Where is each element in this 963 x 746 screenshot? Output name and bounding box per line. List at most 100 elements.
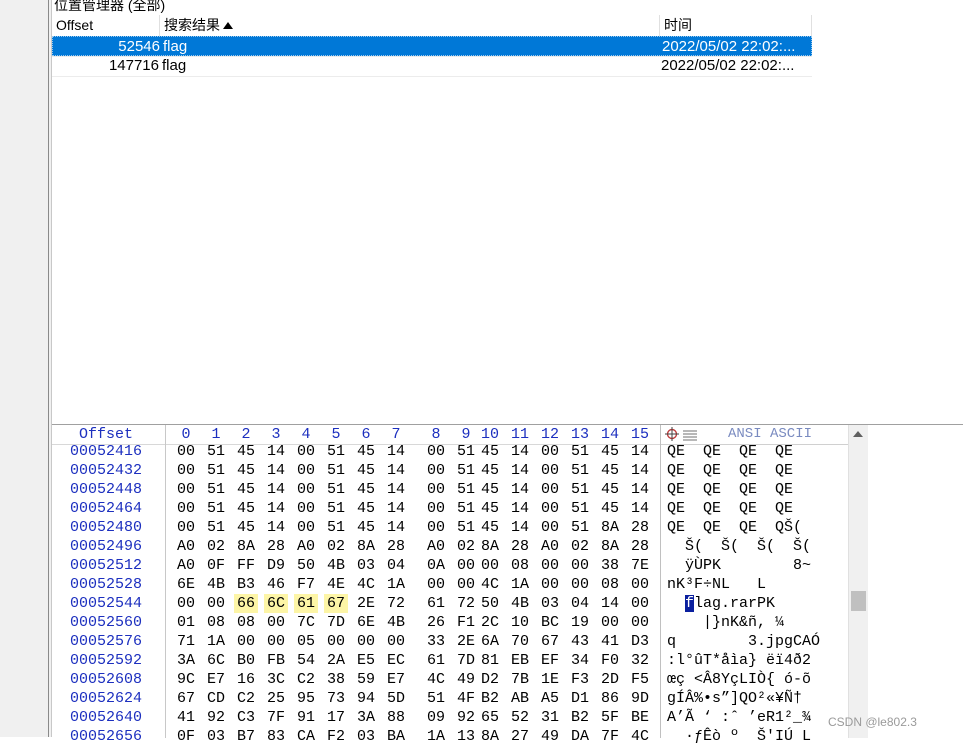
hex-byte[interactable]: 00 — [478, 556, 502, 575]
hex-byte[interactable]: 00 — [424, 518, 448, 537]
hex-byte[interactable]: 00 — [628, 594, 652, 613]
hex-byte[interactable]: 00 — [424, 442, 448, 461]
hex-byte[interactable]: 28 — [508, 537, 532, 556]
hex-byte[interactable]: 26 — [424, 613, 448, 632]
hex-byte[interactable]: 72 — [454, 594, 478, 613]
hex-byte[interactable]: BE — [628, 708, 652, 727]
hex-byte[interactable]: 4B — [384, 613, 408, 632]
hex-byte[interactable]: 08 — [234, 613, 258, 632]
hex-byte[interactable]: 7D — [454, 651, 478, 670]
hex-byte[interactable]: 14 — [508, 499, 532, 518]
hex-byte[interactable]: 71 — [174, 632, 198, 651]
hex-byte[interactable]: 19 — [568, 613, 592, 632]
hex-byte[interactable]: 51 — [454, 480, 478, 499]
hex-byte[interactable]: 00 — [538, 518, 562, 537]
hex-byte[interactable]: 5F — [598, 708, 622, 727]
hex-byte[interactable]: 45 — [598, 461, 622, 480]
hex-byte[interactable]: 1A — [384, 575, 408, 594]
hex-byte[interactable]: B0 — [234, 651, 258, 670]
hex-byte[interactable]: 2E — [354, 594, 378, 613]
hex-byte[interactable]: 7D — [324, 613, 348, 632]
hex-byte[interactable]: 14 — [508, 461, 532, 480]
hex-byte[interactable]: 46 — [264, 575, 288, 594]
hex-byte[interactable]: 51 — [424, 689, 448, 708]
hex-byte[interactable]: 51 — [568, 442, 592, 461]
hex-byte[interactable]: 14 — [384, 518, 408, 537]
hex-byte[interactable]: 51 — [454, 499, 478, 518]
hex-byte[interactable]: 31 — [538, 708, 562, 727]
hex-byte[interactable]: F7 — [294, 575, 318, 594]
hex-byte[interactable]: 3A — [354, 708, 378, 727]
hex-byte[interactable]: 92 — [204, 708, 228, 727]
hex-byte[interactable]: 45 — [234, 518, 258, 537]
hex-byte[interactable]: 45 — [354, 518, 378, 537]
hex-byte[interactable]: 05 — [294, 632, 318, 651]
hex-byte[interactable]: 66 — [234, 594, 258, 613]
hex-byte[interactable]: 08 — [204, 613, 228, 632]
hex-byte[interactable]: 4C — [478, 575, 502, 594]
hex-byte[interactable]: 41 — [598, 632, 622, 651]
hex-row[interactable]: 00052448 00 51 45 14 00 51 45 14 00 51 45 14 00 51 45 14 — [52, 480, 661, 499]
hex-byte[interactable]: 16 — [234, 670, 258, 689]
hex-byte[interactable]: 4B — [508, 594, 532, 613]
hex-byte[interactable]: 70 — [508, 632, 532, 651]
hex-byte[interactable]: 7B — [508, 670, 532, 689]
hex-byte[interactable]: 02 — [204, 537, 228, 556]
hex-byte[interactable]: 33 — [424, 632, 448, 651]
hex-byte[interactable]: 51 — [204, 499, 228, 518]
hex-byte[interactable]: 14 — [508, 442, 532, 461]
hex-byte[interactable]: 00 — [598, 613, 622, 632]
hex-byte[interactable]: 45 — [354, 480, 378, 499]
hex-byte[interactable]: 7E — [628, 556, 652, 575]
hex-byte[interactable]: 28 — [264, 537, 288, 556]
hex-byte[interactable]: 45 — [354, 461, 378, 480]
hex-row[interactable]: 00052464 00 51 45 14 00 51 45 14 00 51 45 14 00 51 45 14 — [52, 499, 661, 518]
hex-byte[interactable]: 00 — [454, 556, 478, 575]
hex-byte[interactable]: 45 — [354, 442, 378, 461]
hex-byte[interactable]: 03 — [354, 556, 378, 575]
hex-byte[interactable]: 73 — [324, 689, 348, 708]
ascii-row[interactable]: A’Ã ‘ :ˆ ’eR1²_¾ — [667, 708, 811, 727]
column-header-result[interactable]: 搜索结果 — [160, 15, 660, 36]
hex-byte[interactable]: 49 — [454, 670, 478, 689]
hex-byte[interactable]: 14 — [628, 461, 652, 480]
hex-byte[interactable]: 17 — [324, 708, 348, 727]
hex-byte[interactable]: 32 — [628, 651, 652, 670]
hex-byte[interactable]: 14 — [628, 442, 652, 461]
hex-byte[interactable]: 00 — [568, 556, 592, 575]
hex-row[interactable]: 00052480 00 51 45 14 00 51 45 14 00 51 45 14 00 51 8A 28 — [52, 518, 661, 537]
hex-byte[interactable]: 00 — [174, 442, 198, 461]
hex-byte[interactable]: 14 — [264, 499, 288, 518]
hex-byte[interactable]: A0 — [294, 537, 318, 556]
hex-byte[interactable]: 14 — [598, 594, 622, 613]
hex-byte[interactable]: EB — [508, 651, 532, 670]
hex-byte[interactable]: 14 — [264, 442, 288, 461]
hex-byte[interactable]: 02 — [324, 537, 348, 556]
hex-byte[interactable]: 51 — [324, 442, 348, 461]
hex-byte[interactable]: 51 — [204, 461, 228, 480]
hex-byte[interactable]: 81 — [478, 651, 502, 670]
hex-row[interactable]: 00052432 00 51 45 14 00 51 45 14 00 51 45 14 00 51 45 14 — [52, 461, 661, 480]
hex-byte[interactable]: 14 — [628, 499, 652, 518]
hex-byte[interactable]: 2A — [324, 651, 348, 670]
hex-row[interactable]: 00052496 A0 02 8A 28 A0 02 8A 28 A0 02 8A 28 A0 02 8A 28 — [52, 537, 661, 556]
hex-byte[interactable]: D1 — [568, 689, 592, 708]
hex-byte[interactable]: 14 — [264, 461, 288, 480]
hex-byte[interactable]: B3 — [234, 575, 258, 594]
hex-byte[interactable]: 51 — [324, 480, 348, 499]
hex-byte[interactable]: 45 — [598, 480, 622, 499]
hex-byte[interactable]: C2 — [294, 670, 318, 689]
hex-byte[interactable]: 00 — [384, 632, 408, 651]
hex-byte[interactable]: 14 — [264, 518, 288, 537]
hex-byte[interactable]: 14 — [384, 461, 408, 480]
hex-byte[interactable]: 59 — [354, 670, 378, 689]
hex-byte[interactable]: F5 — [628, 670, 652, 689]
hex-byte[interactable]: 1A — [204, 632, 228, 651]
hex-byte[interactable]: 45 — [598, 442, 622, 461]
column-header-offset[interactable]: Offset — [52, 15, 160, 36]
hex-byte[interactable]: 01 — [174, 613, 198, 632]
hex-byte[interactable]: D3 — [628, 632, 652, 651]
hex-byte[interactable]: 54 — [294, 651, 318, 670]
hex-byte[interactable]: 02 — [568, 537, 592, 556]
hex-row[interactable]: 00052592 3A 6C B0 FB 54 2A E5 EC 61 7D 81 EB EF 34 F0 32 — [52, 651, 661, 670]
